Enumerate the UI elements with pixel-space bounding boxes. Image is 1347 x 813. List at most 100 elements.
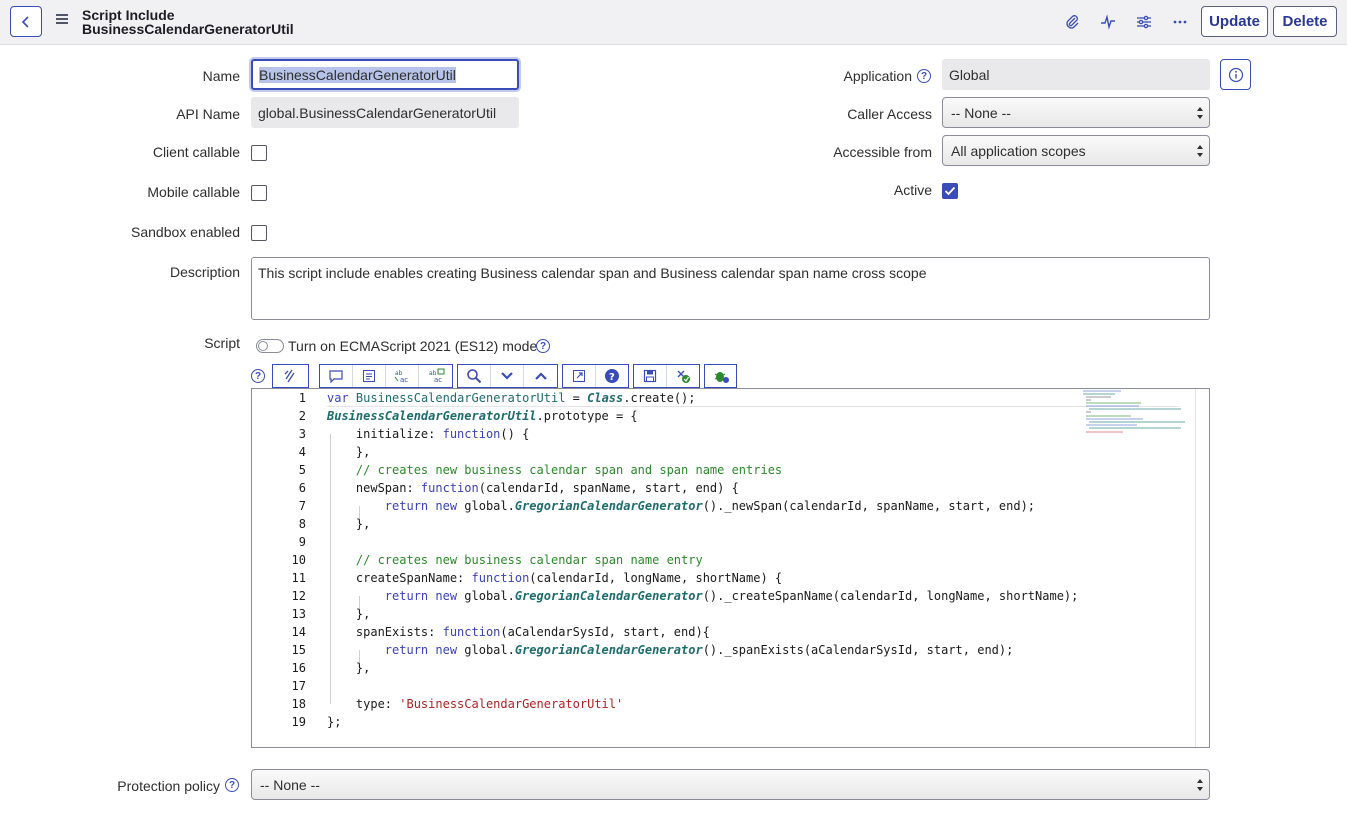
api-name-field: global.BusinessCalendarGeneratorUtil [251,97,519,128]
line-number: 10 [291,553,306,567]
description-textarea[interactable]: This script include enables creating Bus… [251,257,1210,320]
protection-policy-value: -- None -- [260,776,320,793]
code-line: return new global.GregorianCalendarGener… [384,589,1079,603]
mobile-callable-label: Mobile callable [147,184,240,200]
line-number: 1 [298,391,306,405]
mobile-callable-checkbox[interactable] [251,185,267,201]
code-line: newSpan: function(calendarId, spanName, … [327,481,739,495]
line-number: 18 [291,697,306,711]
line-number: 3 [298,427,306,441]
code-line: // creates new business calendar span na… [355,553,703,567]
more-options-icon[interactable] [1169,11,1191,33]
replace-button[interactable]: ab ac [386,365,419,387]
line-number: 8 [298,517,306,531]
script-editor[interactable]: 1 2 3 4 5 6 7 8 9 10 11 12 13 14 15 16 17 18 19 var Busine… [251,388,1210,748]
code-minimap[interactable] [1081,389,1191,434]
line-number: 11 [291,571,306,585]
protection-policy-label: Protection policy [117,778,220,794]
active-checkbox[interactable] [942,183,958,199]
toggle-breakpoint-button[interactable] [705,365,736,387]
code-line: spanExists: function(aCalendarSysId, sta… [327,625,710,639]
settings-sliders-icon[interactable] [1133,11,1155,33]
attachment-icon[interactable] [1061,11,1083,33]
code-line: // creates new business calendar span an… [355,463,783,477]
accessible-from-value: All application scopes [951,142,1086,159]
protection-policy-select[interactable]: -- None -- [251,769,1210,800]
line-number: 16 [291,661,306,675]
code-line: initialize: function() { [327,427,530,441]
line-number: 9 [298,535,306,549]
code-line: createSpanName: function(calendarId, lon… [327,571,783,585]
sandbox-enabled-label: Sandbox enabled [131,224,240,240]
sandbox-enabled-checkbox[interactable] [251,225,267,241]
es12-toggle[interactable] [256,339,284,353]
line-number: 6 [298,481,306,495]
description-value: This script include enables creating Bus… [258,265,927,281]
line-number: 17 [291,679,306,693]
record-name: BusinessCalendarGeneratorUtil [82,21,294,37]
client-callable-label: Client callable [152,144,240,160]
uncomment-button[interactable] [353,365,386,387]
line-number: 13 [291,607,306,621]
toolbar-group-edit: ab ac ab ac [319,364,453,388]
update-button[interactable]: Update [1201,6,1268,37]
record-type: Script Include [82,7,175,23]
info-button[interactable] [1220,59,1251,90]
save-icon [643,369,656,383]
toolbar-group-debug [704,364,737,388]
comment-icon [329,370,343,383]
es12-help-icon[interactable]: ? [536,339,550,353]
line-number: 15 [291,643,306,657]
comment-button[interactable] [320,365,353,387]
line-number: 5 [298,463,306,477]
replace-icon: abac [394,370,408,384]
protection-policy-help-icon[interactable]: ? [225,778,239,792]
script-help-icon[interactable]: ? [251,369,265,383]
find-previous-button[interactable] [524,365,557,387]
activity-icon[interactable] [1097,11,1119,33]
toolbar-group-view: ? [562,364,629,388]
delete-button[interactable]: Delete [1273,6,1337,37]
chevron-up-icon [534,372,547,380]
name-input[interactable]: BusinessCalendarGeneratorUtil [251,59,519,90]
syntax-help-button[interactable]: ? [596,365,629,387]
back-button[interactable] [10,6,42,37]
client-callable-checkbox[interactable] [251,145,267,161]
debug-icon [677,370,690,383]
code-line: }; [327,715,342,729]
editor-scrollbar[interactable] [1195,389,1209,747]
select-arrows-icon [1197,107,1203,119]
chevron-down-icon [501,372,513,380]
application-help-icon[interactable]: ? [917,69,931,83]
accessible-from-label: Accessible from [833,144,932,160]
select-arrows-icon [1197,145,1203,157]
script-debugger-button[interactable] [667,365,700,387]
save-button[interactable] [634,365,667,387]
replace-all-icon: abac [429,368,444,384]
accessible-from-select[interactable]: All application scopes [942,135,1210,166]
name-label: Name [202,68,240,84]
code-line: }, [327,607,371,621]
replace-all-button[interactable]: ab ac [419,365,452,387]
code-line: }, [327,517,371,531]
toolbar-group-save [633,364,700,388]
code-line: }, [327,661,371,675]
find-next-button[interactable] [491,365,524,387]
line-number: 7 [298,499,306,513]
format-code-button[interactable] [273,365,306,387]
menu-icon[interactable] [56,14,68,26]
line-number: 4 [298,445,306,459]
search-button[interactable] [458,365,491,387]
active-label: Active [893,182,932,198]
fullscreen-button[interactable] [563,365,596,387]
code-line: return new global.GregorianCalendarGener… [384,643,1014,657]
chevron-left-icon [21,15,29,28]
info-icon [1228,67,1243,82]
description-label: Description [169,264,240,280]
document-lines-icon [363,370,375,382]
select-arrows-icon [1197,779,1203,791]
code-line: BusinessCalendarGeneratorUtil.prototype … [327,409,638,423]
api-name-label: API Name [176,106,240,122]
caller-access-select[interactable]: -- None -- [942,97,1210,128]
